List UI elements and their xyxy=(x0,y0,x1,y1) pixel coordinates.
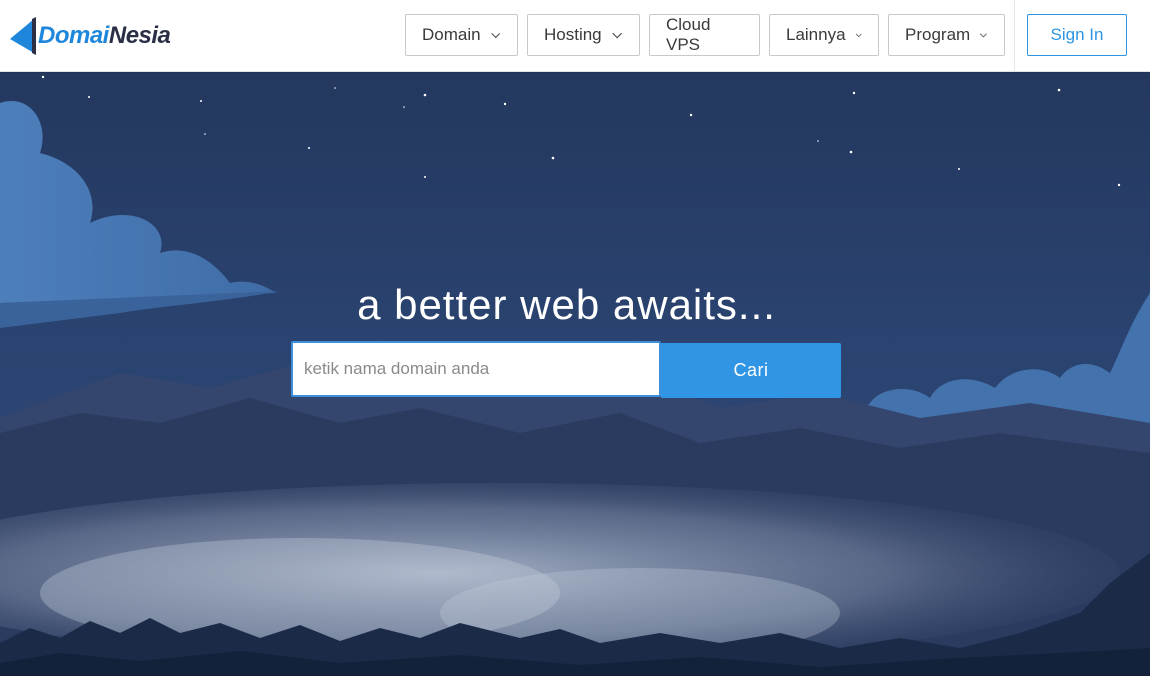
site-header: DomaiNesia Domain Hosting Cloud VPS Lain… xyxy=(0,0,1150,72)
nav-program-button[interactable]: Program xyxy=(888,14,1005,56)
sign-in-button[interactable]: Sign In xyxy=(1027,14,1127,56)
nav-lainnya-button[interactable]: Lainnya xyxy=(769,14,879,56)
search-button[interactable]: Cari xyxy=(661,343,841,398)
domain-search-input[interactable] xyxy=(291,341,661,397)
brand-name: DomaiNesia xyxy=(38,22,171,49)
nav-hosting-label: Hosting xyxy=(544,25,602,44)
nav-lainnya-label: Lainnya xyxy=(786,25,846,44)
hero-section: a better web awaits... Cari xyxy=(0,73,1150,676)
nav-cloud-vps-label: Cloud VPS xyxy=(666,15,711,54)
main-nav: Domain Hosting Cloud VPS Lainnya Program xyxy=(405,14,1005,56)
header-divider xyxy=(1014,0,1015,72)
nav-cloud-vps-button[interactable]: Cloud VPS xyxy=(649,14,760,56)
hero-headline: a better web awaits... xyxy=(357,281,776,328)
chevron-down-icon xyxy=(490,32,500,39)
chevron-down-icon xyxy=(855,33,862,38)
nav-hosting-button[interactable]: Hosting xyxy=(527,14,640,56)
brand-logo[interactable]: DomaiNesia xyxy=(10,16,171,56)
logo-triangle-icon xyxy=(10,17,36,55)
nav-program-label: Program xyxy=(905,25,971,44)
chevron-down-icon xyxy=(611,32,622,39)
nav-domain-button[interactable]: Domain xyxy=(405,14,518,56)
nav-domain-label: Domain xyxy=(422,25,481,44)
chevron-down-icon xyxy=(980,33,988,38)
